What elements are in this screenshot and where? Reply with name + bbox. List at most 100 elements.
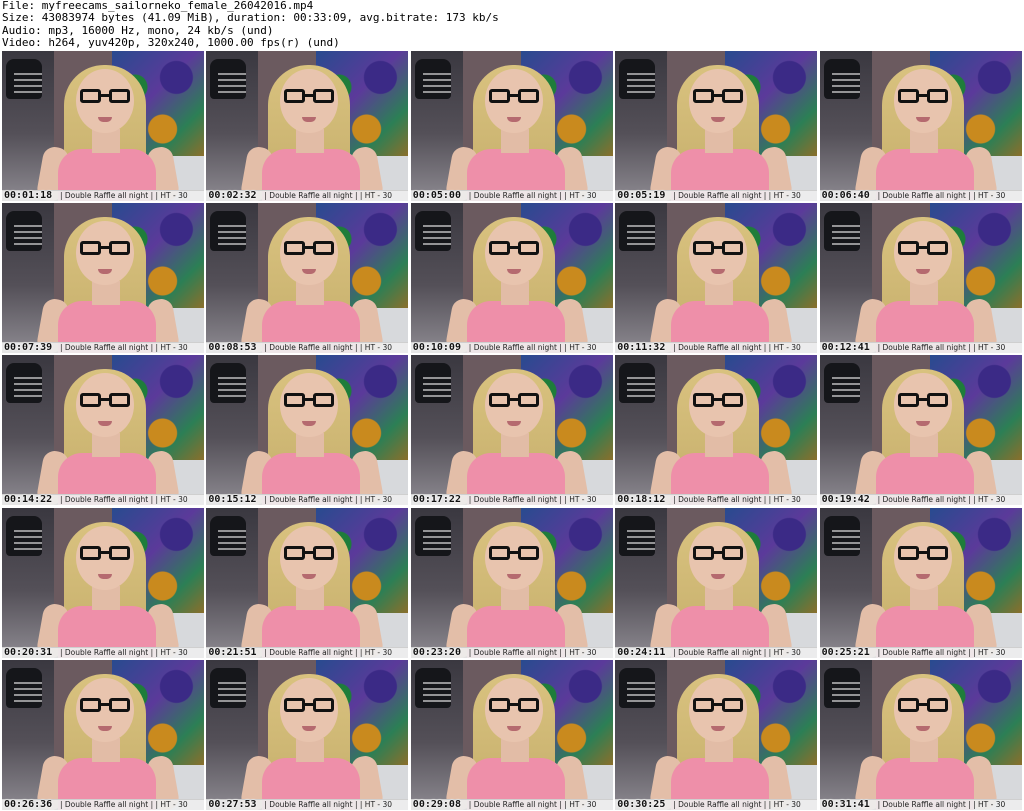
thumbnail-image [206, 507, 409, 658]
video-thumbnail[interactable]: | Double Raffle all night | | HT - 30 00… [410, 659, 613, 810]
file-info-header: File: myfreecams_sailorneko_female_26042… [2, 0, 1022, 50]
thumbnail-image [615, 507, 818, 658]
timestamp-label: 00:01:18 [4, 190, 53, 201]
video-thumbnail[interactable]: | Double Raffle all night | | HT - 30 00… [206, 659, 409, 810]
thumbnail-image [2, 51, 204, 201]
stream-caption: | Double Raffle all night | | HT - 30 [60, 799, 188, 809]
timestamp-label: 00:06:40 [821, 190, 870, 201]
thumbnail-image [819, 51, 1022, 201]
video-thumbnail[interactable]: | Double Raffle all night | | HT - 30 00… [615, 659, 818, 810]
timestamp-label: 00:05:19 [617, 190, 666, 201]
timestamp-label: 00:21:51 [208, 646, 257, 658]
thumbnail-grid: | Double Raffle all night | | HT - 30 00… [0, 51, 1024, 811]
timestamp-label: 00:14:22 [4, 494, 53, 506]
thumbnail-image [819, 507, 1022, 658]
thumbnail-image [206, 659, 409, 810]
video-thumbnail[interactable]: | Double Raffle all night | | HT - 30 00… [206, 507, 409, 658]
stream-caption: | Double Raffle all night | | HT - 30 [673, 799, 801, 809]
timestamp-label: 00:25:21 [821, 646, 870, 658]
file-size-line: Size: 43083974 bytes (41.09 MiB), durati… [2, 11, 499, 25]
video-thumbnail[interactable]: | Double Raffle all night | | HT - 30 00… [819, 203, 1022, 354]
stream-caption: | Double Raffle all night | | HT - 30 [60, 495, 188, 505]
stream-caption: | Double Raffle all night | | HT - 30 [877, 799, 1006, 809]
video-thumbnail[interactable]: | Double Raffle all night | | HT - 30 00… [410, 355, 613, 506]
video-thumbnail[interactable]: | Double Raffle all night | | HT - 30 00… [410, 203, 613, 354]
stream-caption: | Double Raffle all night | | HT - 30 [877, 191, 1006, 200]
video-thumbnail[interactable]: | Double Raffle all night | | HT - 30 00… [206, 203, 409, 354]
thumbnail-image [410, 203, 613, 354]
stream-caption: | Double Raffle all night | | HT - 30 [468, 495, 597, 505]
video-thumbnail[interactable]: | Double Raffle all night | | HT - 30 00… [2, 203, 204, 354]
timestamp-label: 00:10:09 [412, 342, 461, 354]
stream-caption: | Double Raffle all night | | HT - 30 [673, 343, 801, 353]
video-thumbnail[interactable]: | Double Raffle all night | | HT - 30 00… [410, 51, 613, 201]
video-thumbnail[interactable]: | Double Raffle all night | | HT - 30 00… [615, 203, 818, 354]
video-thumbnail[interactable]: | Double Raffle all night | | HT - 30 00… [2, 507, 204, 658]
stream-caption: | Double Raffle all night | | HT - 30 [673, 191, 801, 200]
timestamp-label: 00:19:42 [821, 494, 870, 506]
thumbnail-image [410, 51, 613, 201]
stream-caption: | Double Raffle all night | | HT - 30 [60, 343, 188, 353]
stream-caption: | Double Raffle all night | | HT - 30 [877, 343, 1006, 353]
thumbnail-image [615, 659, 818, 810]
stream-caption: | Double Raffle all night | | HT - 30 [468, 191, 597, 200]
timestamp-label: 00:15:12 [208, 494, 257, 506]
timestamp-label: 00:02:32 [208, 190, 257, 201]
thumbnail-image [206, 51, 409, 201]
stream-caption: | Double Raffle all night | | HT - 30 [264, 647, 393, 657]
thumbnail-image [615, 355, 818, 506]
stream-caption: | Double Raffle all night | | HT - 30 [468, 343, 597, 353]
stream-caption: | Double Raffle all night | | HT - 30 [877, 647, 1006, 657]
timestamp-label: 00:12:41 [821, 342, 870, 354]
video-thumbnail[interactable]: | Double Raffle all night | | HT - 30 00… [615, 355, 818, 506]
video-thumbnail[interactable]: | Double Raffle all night | | HT - 30 00… [615, 507, 818, 658]
thumbnail-image [2, 659, 204, 810]
stream-caption: | Double Raffle all night | | HT - 30 [264, 799, 393, 809]
video-thumbnail[interactable]: | Double Raffle all night | | HT - 30 00… [206, 355, 409, 506]
stream-caption: | Double Raffle all night | | HT - 30 [264, 191, 393, 200]
timestamp-label: 00:08:53 [208, 342, 257, 354]
timestamp-label: 00:20:31 [4, 646, 53, 658]
video-thumbnail[interactable]: | Double Raffle all night | | HT - 30 00… [615, 51, 818, 201]
stream-caption: | Double Raffle all night | | HT - 30 [264, 495, 393, 505]
stream-caption: | Double Raffle all night | | HT - 30 [60, 647, 188, 657]
timestamp-label: 00:26:36 [4, 798, 53, 810]
thumbnail-image [819, 203, 1022, 354]
video-thumbnail[interactable]: | Double Raffle all night | | HT - 30 00… [819, 355, 1022, 506]
stream-caption: | Double Raffle all night | | HT - 30 [264, 343, 393, 353]
stream-caption: | Double Raffle all night | | HT - 30 [468, 647, 597, 657]
thumbnail-image [819, 355, 1022, 506]
thumbnail-image [615, 51, 818, 201]
timestamp-label: 00:29:08 [412, 798, 461, 810]
stream-caption: | Double Raffle all night | | HT - 30 [60, 191, 188, 200]
thumbnail-image [410, 659, 613, 810]
thumbnail-image [206, 355, 409, 506]
video-thumbnail[interactable]: | Double Raffle all night | | HT - 30 00… [819, 659, 1022, 810]
timestamp-label: 00:27:53 [208, 798, 257, 810]
thumbnail-image [410, 355, 613, 506]
video-thumbnail[interactable]: | Double Raffle all night | | HT - 30 00… [819, 507, 1022, 658]
stream-caption: | Double Raffle all night | | HT - 30 [673, 647, 801, 657]
video-thumbnail[interactable]: | Double Raffle all night | | HT - 30 00… [819, 51, 1022, 201]
timestamp-label: 00:11:32 [617, 342, 666, 354]
video-info-line: Video: h264, yuv420p, 320x240, 1000.00 f… [2, 35, 340, 49]
thumbnail-image [2, 507, 204, 658]
video-thumbnail[interactable]: | Double Raffle all night | | HT - 30 00… [2, 355, 204, 506]
video-thumbnail[interactable]: | Double Raffle all night | | HT - 30 00… [2, 659, 204, 810]
timestamp-label: 00:31:41 [821, 798, 870, 810]
timestamp-label: 00:05:00 [412, 190, 461, 201]
stream-caption: | Double Raffle all night | | HT - 30 [877, 495, 1006, 505]
thumbnail-image [410, 507, 613, 658]
thumbnail-image [206, 203, 409, 354]
timestamp-label: 00:24:11 [617, 646, 666, 658]
video-thumbnail[interactable]: | Double Raffle all night | | HT - 30 00… [410, 507, 613, 658]
timestamp-label: 00:07:39 [4, 342, 53, 354]
thumbnail-image [615, 203, 818, 354]
stream-caption: | Double Raffle all night | | HT - 30 [468, 799, 597, 809]
video-thumbnail[interactable]: | Double Raffle all night | | HT - 30 00… [2, 51, 204, 201]
timestamp-label: 00:23:20 [412, 646, 461, 658]
timestamp-label: 00:30:25 [617, 798, 666, 810]
thumbnail-image [2, 203, 204, 354]
video-thumbnail[interactable]: | Double Raffle all night | | HT - 30 00… [206, 51, 409, 201]
thumbnail-image [819, 659, 1022, 810]
